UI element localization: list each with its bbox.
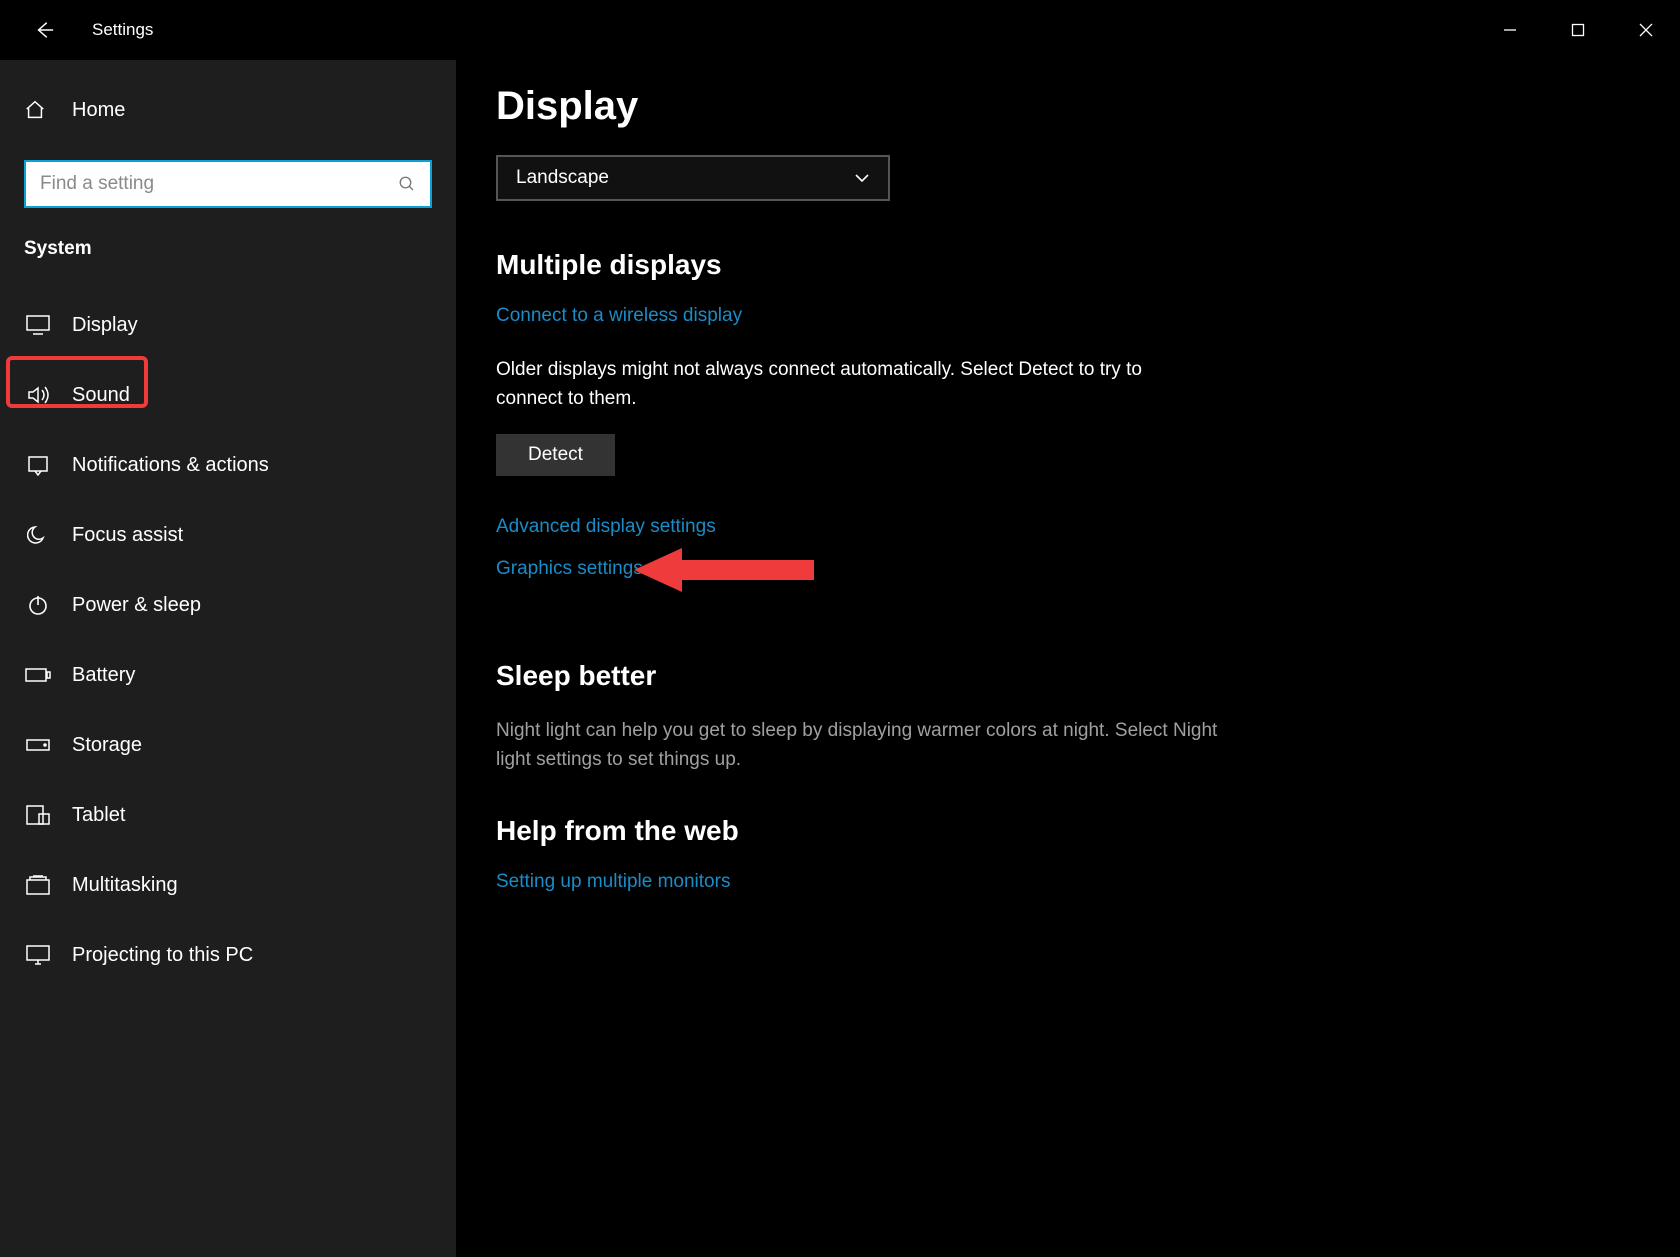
sidebar-item-label: Battery (72, 664, 135, 687)
link-help-multiple-monitors[interactable]: Setting up multiple monitors (496, 871, 1616, 893)
home-button[interactable]: Home (0, 80, 456, 140)
sidebar-item-label: Notifications & actions (72, 454, 269, 477)
sleep-description: Night light can help you get to sleep by… (496, 716, 1236, 775)
display-icon (24, 315, 52, 335)
power-icon (24, 594, 52, 616)
home-label: Home (72, 99, 125, 122)
detect-button[interactable]: Detect (496, 434, 615, 476)
maximize-icon (1571, 23, 1585, 37)
chevron-down-icon (854, 170, 870, 186)
sidebar-item-label: Display (72, 314, 138, 337)
orientation-value: Landscape (516, 167, 609, 189)
sidebar-item-label: Focus assist (72, 524, 183, 547)
arrow-left-icon (33, 19, 55, 41)
focus-assist-icon (24, 524, 52, 546)
window-title: Settings (92, 20, 153, 40)
content: Display Landscape Multiple displays Conn… (456, 60, 1680, 1257)
search-input[interactable] (40, 173, 398, 195)
sidebar-item-label: Projecting to this PC (72, 944, 253, 967)
maximize-button[interactable] (1544, 6, 1612, 54)
tablet-icon (24, 805, 52, 825)
section-help-web: Help from the web (496, 815, 1616, 847)
minimize-button[interactable] (1476, 6, 1544, 54)
sidebar-item-label: Multitasking (72, 874, 178, 897)
sidebar: Home System Display Sound (0, 60, 456, 1257)
notifications-icon (24, 454, 52, 476)
close-icon (1639, 23, 1653, 37)
window-controls (1476, 6, 1680, 54)
sidebar-item-multitasking[interactable]: Multitasking (0, 850, 456, 920)
sidebar-item-storage[interactable]: Storage (0, 710, 456, 780)
sidebar-item-label: Storage (72, 734, 142, 757)
sidebar-item-label: Power & sleep (72, 594, 201, 617)
sidebar-item-focus-assist[interactable]: Focus assist (0, 500, 456, 570)
orientation-dropdown[interactable]: Landscape (496, 155, 890, 201)
minimize-icon (1503, 23, 1517, 37)
sidebar-item-tablet[interactable]: Tablet (0, 780, 456, 850)
back-button[interactable] (20, 6, 68, 54)
link-connect-wireless[interactable]: Connect to a wireless display (496, 305, 1616, 327)
titlebar: Settings (0, 0, 1680, 60)
multitasking-icon (24, 875, 52, 895)
projecting-icon (24, 945, 52, 965)
sidebar-nav: Display Sound Notifications & actions Fo… (0, 290, 456, 990)
sidebar-item-projecting[interactable]: Projecting to this PC (0, 920, 456, 990)
search-box[interactable] (24, 160, 432, 208)
battery-icon (24, 667, 52, 683)
link-graphics-settings[interactable]: Graphics settings (496, 558, 1616, 580)
sidebar-item-battery[interactable]: Battery (0, 640, 456, 710)
sidebar-item-power-sleep[interactable]: Power & sleep (0, 570, 456, 640)
sound-icon (24, 384, 52, 406)
sidebar-item-notifications[interactable]: Notifications & actions (0, 430, 456, 500)
page-title: Display (496, 84, 1616, 129)
storage-icon (24, 738, 52, 752)
sidebar-item-sound[interactable]: Sound (0, 360, 456, 430)
section-multiple-displays: Multiple displays (496, 249, 1616, 281)
close-button[interactable] (1612, 6, 1680, 54)
sidebar-item-display[interactable]: Display (0, 290, 456, 360)
link-advanced-display[interactable]: Advanced display settings (496, 516, 1616, 538)
section-sleep-better: Sleep better (496, 660, 1616, 692)
sidebar-item-label: Tablet (72, 804, 125, 827)
detect-description: Older displays might not always connect … (496, 355, 1156, 414)
sidebar-section-label: System (0, 238, 456, 260)
search-icon (398, 175, 416, 193)
sidebar-item-label: Sound (72, 384, 130, 407)
home-icon (24, 99, 52, 121)
